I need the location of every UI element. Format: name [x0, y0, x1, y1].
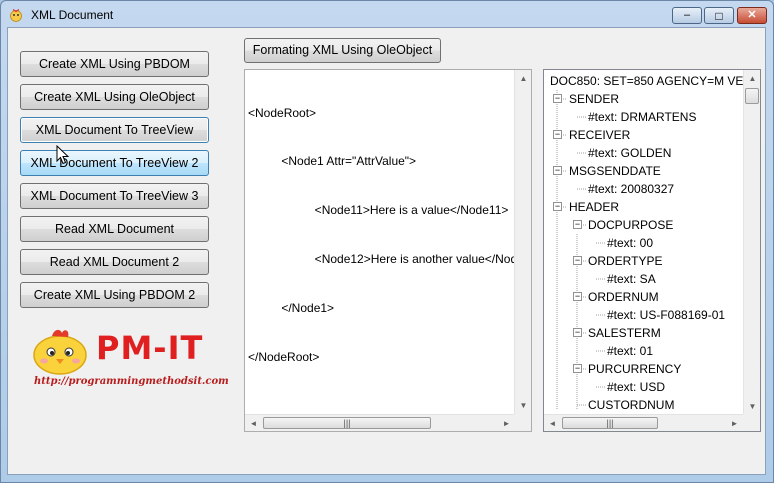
- horizontal-scroll-thumb[interactable]: |||: [263, 417, 431, 429]
- tree-node[interactable]: HEADER: [569, 198, 619, 216]
- tree-node[interactable]: MSGSENDDATE: [569, 162, 661, 180]
- xml-line: <NodeRoot>: [248, 105, 317, 120]
- tree-node[interactable]: DOCPURPOSE: [588, 216, 673, 234]
- editor-vertical-scrollbar[interactable]: ▲ ▼: [514, 70, 531, 414]
- minimize-button[interactable]: –: [672, 7, 702, 24]
- tree-horizontal-scrollbar[interactable]: ◄ ||| ►: [544, 414, 743, 431]
- format-xml-oleobject-button[interactable]: Formating XML Using OleObject: [244, 38, 441, 63]
- collapse-toggle-icon[interactable]: −: [553, 94, 562, 103]
- vertical-scroll-thumb[interactable]: [745, 88, 759, 104]
- tree-leaf-node[interactable]: #text: GOLDEN: [588, 144, 671, 162]
- tree-node[interactable]: SENDER: [569, 90, 619, 108]
- tree-leaf-node[interactable]: #text: USD: [607, 378, 665, 396]
- create-xml-oleobject-button[interactable]: Create XML Using OleObject: [20, 84, 209, 110]
- tree-leaf-node[interactable]: CUSTORDNUM: [588, 396, 674, 414]
- scroll-up-arrow-icon[interactable]: ▲: [744, 70, 760, 87]
- xml-treeview[interactable]: DOC850: SET=850 AGENCY=M VERSION=004010S…: [543, 69, 761, 432]
- scroll-right-arrow-icon[interactable]: ►: [498, 415, 515, 431]
- maximize-button[interactable]: □: [704, 7, 734, 24]
- editor-horizontal-scrollbar[interactable]: ◄ ||| ►: [245, 414, 515, 431]
- read-xml-document-button[interactable]: Read XML Document: [20, 216, 209, 242]
- tree-leaf-node[interactable]: #text: DRMARTENS: [588, 108, 696, 126]
- scroll-down-arrow-icon[interactable]: ▼: [744, 398, 760, 415]
- tree-node[interactable]: ORDERNUM: [588, 288, 659, 306]
- collapse-toggle-icon[interactable]: −: [553, 166, 562, 175]
- create-xml-pbdom-button[interactable]: Create XML Using PBDOM: [20, 51, 209, 77]
- app-icon: [10, 9, 22, 22]
- xml-line: <Node1 Attr="AttrValue">: [248, 154, 417, 169]
- tree-node[interactable]: RECEIVER: [569, 126, 630, 144]
- tree-root-node[interactable]: DOC850: SET=850 AGENCY=M VERSION=004010: [550, 72, 744, 90]
- logo-url: http://programmingmethodsit.com: [34, 376, 229, 387]
- xml-to-treeview-button[interactable]: XML Document To TreeView: [20, 117, 209, 143]
- scroll-right-arrow-icon[interactable]: ►: [726, 415, 743, 431]
- chick-mascot-icon: [33, 329, 87, 375]
- scroll-down-arrow-icon[interactable]: ▼: [515, 397, 531, 414]
- xml-text-editor[interactable]: <NodeRoot> <Node1 Attr="AttrValue"> <Nod…: [244, 69, 532, 432]
- xml-text-content[interactable]: <NodeRoot> <Node1 Attr="AttrValue"> <Nod…: [248, 72, 514, 415]
- close-button[interactable]: ✕: [737, 7, 767, 24]
- xml-to-treeview-3-button[interactable]: XML Document To TreeView 3: [20, 183, 209, 209]
- scrollbar-corner: [514, 414, 531, 431]
- collapse-toggle-icon[interactable]: −: [573, 256, 582, 265]
- xml-line: </Node1>: [248, 301, 335, 316]
- tree-node[interactable]: SALESTERM: [588, 324, 661, 342]
- collapse-toggle-icon[interactable]: −: [573, 328, 582, 337]
- tree-leaf-node[interactable]: #text: 01: [607, 342, 653, 360]
- collapse-toggle-icon[interactable]: −: [573, 292, 582, 301]
- close-icon: ✕: [747, 9, 757, 21]
- xml-line: </NodeRoot>: [248, 350, 320, 365]
- mouse-pointer-icon: [56, 145, 70, 165]
- tree-leaf-node[interactable]: #text: US-F088169-01: [607, 306, 725, 324]
- maximize-icon: □: [715, 8, 723, 23]
- collapse-toggle-icon[interactable]: −: [573, 220, 582, 229]
- scrollbar-corner: [743, 414, 760, 431]
- tree-leaf-node[interactable]: #text: SA: [607, 270, 656, 288]
- collapse-toggle-icon[interactable]: −: [553, 202, 562, 211]
- tree-node[interactable]: PURCURRENCY: [588, 360, 681, 378]
- create-xml-pbdom-2-button[interactable]: Create XML Using PBDOM 2: [20, 282, 209, 308]
- tree-leaf-node[interactable]: #text: 20080327: [588, 180, 674, 198]
- tree-vertical-scrollbar[interactable]: ▲ ▼: [743, 70, 760, 415]
- xml-line: <Node11>Here is a value</Node11>: [248, 203, 509, 218]
- window-title: XML Document: [31, 8, 114, 22]
- treeview-content[interactable]: DOC850: SET=850 AGENCY=M VERSION=004010S…: [544, 70, 744, 415]
- tree-leaf-node[interactable]: #text: 00: [607, 234, 653, 252]
- xml-line: <Node12>Here is another value</Node12>: [314, 252, 514, 267]
- tree-node[interactable]: ORDERTYPE: [588, 252, 662, 270]
- scroll-up-arrow-icon[interactable]: ▲: [515, 70, 531, 87]
- scroll-left-arrow-icon[interactable]: ◄: [544, 415, 561, 431]
- minimize-icon: –: [683, 9, 691, 21]
- collapse-toggle-icon[interactable]: −: [573, 364, 582, 373]
- title-bar[interactable]: XML Document – □ ✕: [1, 1, 773, 29]
- pm-it-logo: PM-IT http://programmingmethodsit.com: [30, 327, 230, 395]
- scroll-left-arrow-icon[interactable]: ◄: [245, 415, 262, 431]
- collapse-toggle-icon[interactable]: −: [553, 130, 562, 139]
- xml-to-treeview-2-button[interactable]: XML Document To TreeView 2: [20, 150, 209, 176]
- logo-text: PM-IT: [96, 329, 204, 367]
- read-xml-document-2-button[interactable]: Read XML Document 2: [20, 249, 209, 275]
- horizontal-scroll-thumb[interactable]: |||: [562, 417, 658, 429]
